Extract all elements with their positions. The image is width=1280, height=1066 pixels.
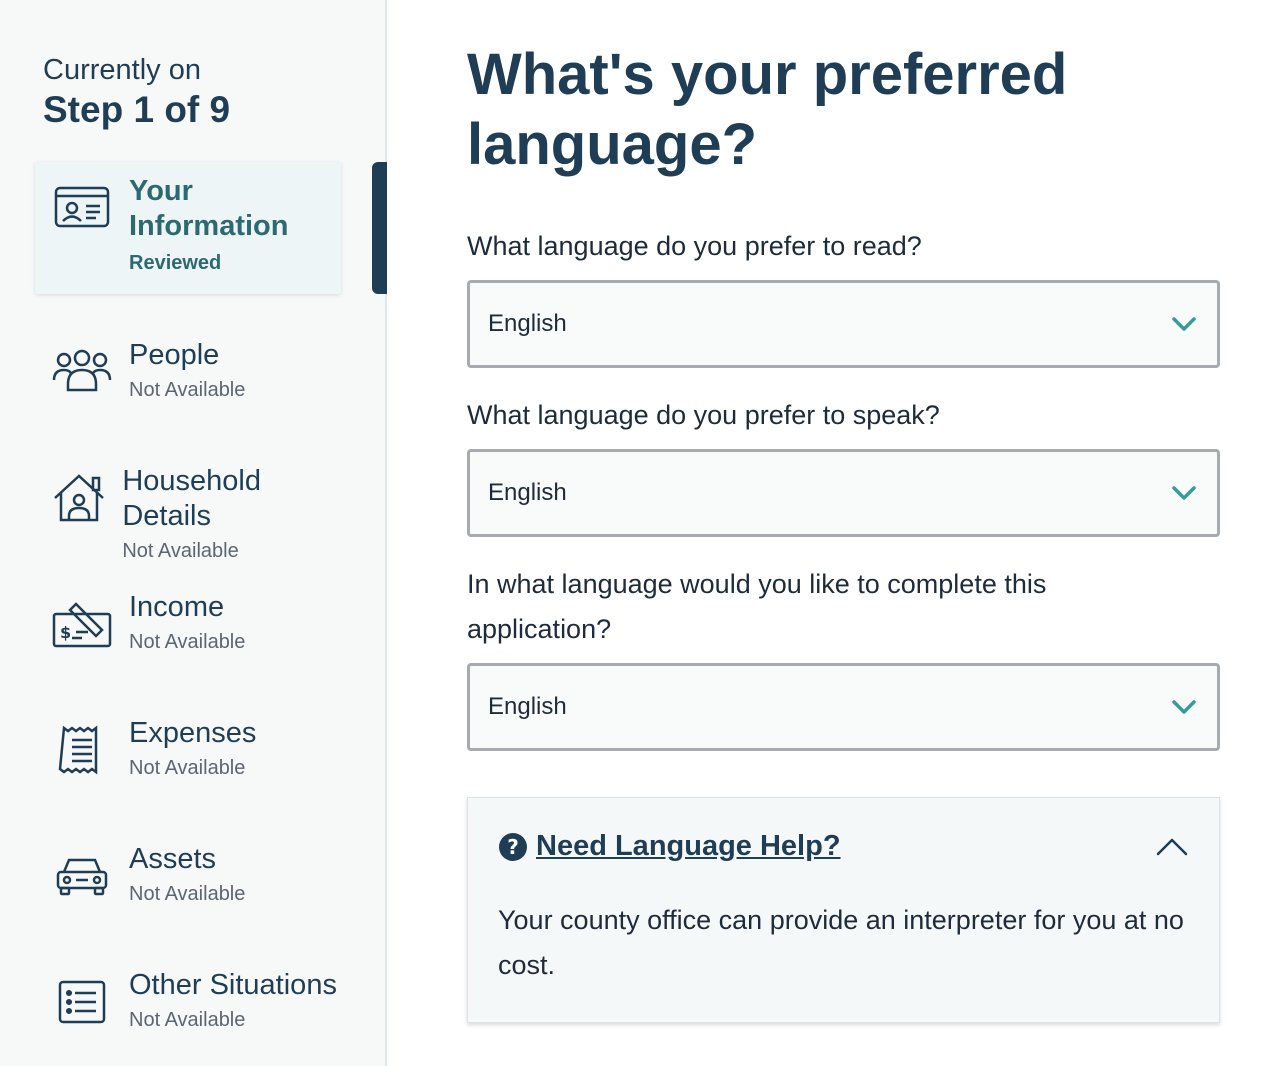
car-icon — [35, 842, 129, 906]
question-circle-icon: ? — [499, 832, 527, 861]
sidebar-item-label: Information — [129, 210, 289, 242]
receipt-icon — [35, 716, 129, 780]
step-indicator: Currently on Step 1 of 9 — [43, 52, 230, 132]
language-help-header[interactable]: ? Need Language Help? — [498, 830, 841, 863]
sidebar-item-status: Not Available — [129, 757, 246, 779]
application-language-label: In what language would you like to compl… — [467, 569, 1047, 644]
sidebar-item-label: Other Situations — [129, 969, 337, 1001]
sidebar-item-status: Reviewed — [129, 252, 222, 274]
sidebar-item-your-information[interactable]: Your Information Reviewed — [35, 162, 341, 294]
sidebar-item-income[interactable]: $ Income Not Available — [35, 590, 341, 655]
chevron-down-icon — [1172, 317, 1196, 331]
sidebar-item-status: Not Available — [129, 379, 246, 401]
progress-sidebar: Currently on Step 1 of 9 Your Informatio… — [0, 0, 387, 1066]
sidebar-item-status: Not Available — [129, 883, 246, 905]
step-prefix: Currently on — [43, 54, 201, 86]
active-step-indicator-bar — [372, 162, 387, 294]
chevron-down-icon — [1172, 486, 1196, 500]
check-money-icon: $ — [35, 590, 129, 654]
sidebar-item-label: Your — [129, 175, 193, 207]
select-value: English — [488, 479, 567, 506]
svg-text:$: $ — [60, 623, 71, 642]
sidebar-item-assets[interactable]: Assets Not Available — [35, 842, 341, 907]
sidebar-item-people[interactable]: People Not Available — [35, 338, 341, 403]
need-language-help-link[interactable]: Need Language Help? — [536, 830, 841, 863]
house-icon — [35, 464, 122, 528]
people-icon — [35, 338, 129, 402]
sidebar-item-status: Not Available — [129, 1009, 246, 1031]
read-language-select[interactable]: English — [467, 280, 1220, 368]
sidebar-item-label: People — [129, 339, 220, 371]
sidebar-item-household-details[interactable]: Household Details Not Available — [35, 464, 341, 564]
id-card-icon — [35, 174, 129, 238]
application-language-select[interactable]: English — [467, 663, 1220, 751]
sidebar-item-label: Assets — [129, 843, 217, 875]
speak-language-label: What language do you prefer to speak? — [467, 400, 940, 430]
sidebar-item-label: Household Details — [122, 465, 261, 532]
sidebar-item-status: Not Available — [122, 540, 239, 562]
language-help-accordion: ? Need Language Help? Your county office… — [467, 797, 1220, 1023]
sidebar-item-expenses[interactable]: Expenses Not Available — [35, 716, 341, 781]
sidebar-item-other-situations[interactable]: Other Situations Not Available — [35, 968, 341, 1033]
sidebar-item-label: Expenses — [129, 717, 257, 749]
select-value: English — [488, 310, 567, 337]
step-label: Step 1 of 9 — [43, 89, 231, 130]
read-language-label: What language do you prefer to read? — [467, 231, 922, 261]
page-title: What's your preferred language? — [467, 42, 1068, 177]
list-icon — [35, 968, 129, 1032]
select-value: English — [488, 693, 567, 720]
sidebar-item-label: Income — [129, 591, 225, 623]
language-help-text: Your county office can provide an interp… — [498, 905, 1184, 980]
speak-language-select[interactable]: English — [467, 449, 1220, 537]
chevron-up-icon[interactable] — [1155, 836, 1189, 858]
svg-text:?: ? — [507, 835, 519, 859]
chevron-down-icon — [1172, 700, 1196, 714]
sidebar-item-status: Not Available — [129, 631, 246, 653]
